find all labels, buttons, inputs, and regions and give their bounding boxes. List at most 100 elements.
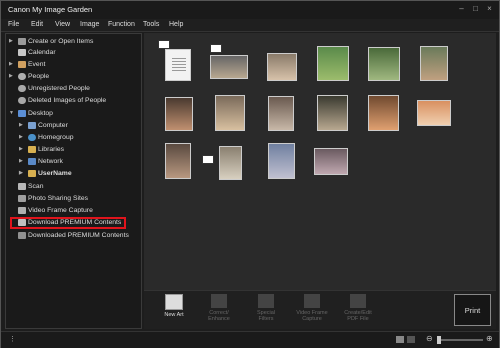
new-art-label: New Art	[164, 312, 184, 318]
sidebar-item-label: Computer	[38, 122, 68, 129]
video-frame-capture-button[interactable]: Video Frame Capture	[294, 294, 330, 322]
sidebar-item-label: Scan	[28, 183, 44, 190]
special-filters-label: Special Filters	[256, 310, 276, 322]
sidebar-item-label: Event	[28, 61, 46, 68]
special-filters-button[interactable]: Special Filters	[248, 294, 284, 322]
document-lines-icon	[172, 58, 186, 71]
people-icon	[18, 73, 26, 80]
correct-enhance-icon	[211, 294, 227, 308]
thumbnail[interactable]	[317, 95, 348, 131]
person-icon	[18, 85, 26, 92]
new-badge-icon	[210, 44, 222, 53]
sidebar-item-label: Unregistered People	[28, 85, 90, 92]
thumbnail[interactable]	[219, 146, 242, 180]
downloaded-icon	[18, 232, 26, 239]
thumbnail[interactable]	[215, 95, 245, 131]
folder-icon	[18, 110, 26, 117]
menu-help[interactable]: Help	[169, 21, 183, 28]
video-frame-capture-icon	[304, 294, 320, 308]
expand-arrow-icon[interactable]: ▶	[19, 156, 25, 167]
thumbnail[interactable]	[165, 143, 191, 179]
thumbnail[interactable]	[268, 143, 295, 179]
view-grid-icon[interactable]	[396, 336, 404, 343]
status-bar: ⋮ ⊖ ⊕	[1, 331, 499, 348]
maximize-icon[interactable]: □	[471, 4, 480, 13]
special-filters-icon	[258, 294, 274, 308]
info-icon[interactable]: ⋮	[9, 335, 16, 343]
sidebar-item-label: Calendar	[28, 49, 56, 56]
thumbnail[interactable]	[317, 46, 349, 81]
thumbnail-area	[144, 33, 496, 290]
view-list-icon[interactable]	[407, 336, 415, 343]
network-icon	[28, 158, 36, 165]
libraries-icon	[28, 146, 36, 153]
zoom-in-icon[interactable]: ⊕	[486, 334, 493, 343]
sidebar-item-label: People	[28, 73, 50, 80]
thumbnail[interactable]	[210, 55, 248, 79]
thumbnail[interactable]	[420, 46, 448, 81]
new-badge-icon	[158, 40, 170, 49]
expand-arrow-icon[interactable]: ▶	[19, 168, 25, 179]
event-icon	[18, 61, 26, 68]
expand-arrow-icon[interactable]: ▶	[9, 36, 15, 47]
create-edit-pdf-button[interactable]: Create/Edit PDF File	[340, 294, 376, 322]
collapse-arrow-icon[interactable]: ▼	[9, 108, 15, 119]
new-art-button[interactable]: New Art	[156, 294, 192, 318]
thumbnail[interactable]	[268, 96, 294, 131]
sidebar-item-label: Libraries	[38, 146, 65, 153]
thumbnail[interactable]	[165, 97, 193, 131]
calendar-icon	[18, 49, 26, 56]
sidebar-item-label: Network	[38, 158, 63, 165]
video-frame-icon	[18, 207, 26, 214]
minimize-icon[interactable]: –	[457, 4, 466, 13]
menu-view[interactable]: View	[55, 21, 70, 28]
sidebar-item-label: Downloaded PREMIUM Contents	[28, 232, 129, 239]
new-badge-icon	[202, 155, 214, 164]
expand-arrow-icon[interactable]: ▶	[9, 59, 15, 70]
expand-arrow-icon[interactable]: ▶	[19, 120, 25, 131]
close-icon[interactable]: ×	[485, 4, 494, 13]
sidebar-item-label: Desktop	[28, 110, 53, 117]
sidebar-item-label: Video Frame Capture	[28, 207, 93, 214]
person-icon	[18, 97, 26, 104]
sidebar-item-label: Create or Open Items	[28, 38, 94, 45]
thumbnail[interactable]	[314, 148, 348, 175]
thumbnail[interactable]	[417, 100, 451, 126]
sidebar-item-label: UserName	[38, 170, 72, 177]
sidebar-item-label: Deleted Images of People	[28, 97, 107, 104]
menu-image[interactable]: Image	[80, 21, 99, 28]
homegroup-icon	[28, 134, 36, 141]
menu-file[interactable]: File	[8, 21, 19, 28]
thumbnail[interactable]	[368, 47, 400, 81]
expand-arrow-icon[interactable]: ▶	[19, 132, 25, 143]
highlight-box	[10, 217, 126, 229]
photo-sharing-icon	[18, 195, 26, 202]
correct-enhance-label: Correct/ Enhance	[208, 310, 230, 322]
user-folder-icon	[28, 170, 36, 177]
video-frame-capture-label: Video Frame Capture	[296, 310, 328, 322]
sidebar-item-label: Photo Sharing Sites	[28, 195, 89, 202]
create-items-icon	[18, 38, 26, 45]
zoom-slider[interactable]	[437, 339, 483, 341]
expand-arrow-icon[interactable]: ▶	[19, 144, 25, 155]
scan-icon	[18, 183, 26, 190]
sidebar-item-label: Homegroup	[38, 134, 74, 141]
pdf-icon	[350, 294, 366, 308]
menu-bar: File Edit View Image Function Tools Help	[1, 19, 499, 32]
new-art-icon	[165, 294, 183, 310]
expand-arrow-icon[interactable]: ▶	[9, 71, 15, 82]
thumbnail[interactable]	[368, 95, 399, 131]
zoom-out-icon[interactable]: ⊖	[426, 334, 433, 343]
menu-tools[interactable]: Tools	[143, 21, 159, 28]
print-button[interactable]: Print	[454, 294, 491, 326]
app-window: Canon My Image Garden – □ × File Edit Vi…	[0, 0, 500, 348]
menu-edit[interactable]: Edit	[31, 21, 43, 28]
create-edit-pdf-label: Create/Edit PDF File	[344, 310, 372, 322]
zoom-slider-handle[interactable]	[437, 336, 441, 344]
menu-function[interactable]: Function	[108, 21, 135, 28]
thumbnail[interactable]	[267, 53, 297, 81]
window-title: Canon My Image Garden	[8, 5, 93, 14]
correct-enhance-button[interactable]: Correct/ Enhance	[201, 294, 237, 322]
action-toolbar: New Art Correct/ Enhance Special Filters…	[144, 290, 496, 329]
thumbnail[interactable]	[165, 49, 191, 81]
